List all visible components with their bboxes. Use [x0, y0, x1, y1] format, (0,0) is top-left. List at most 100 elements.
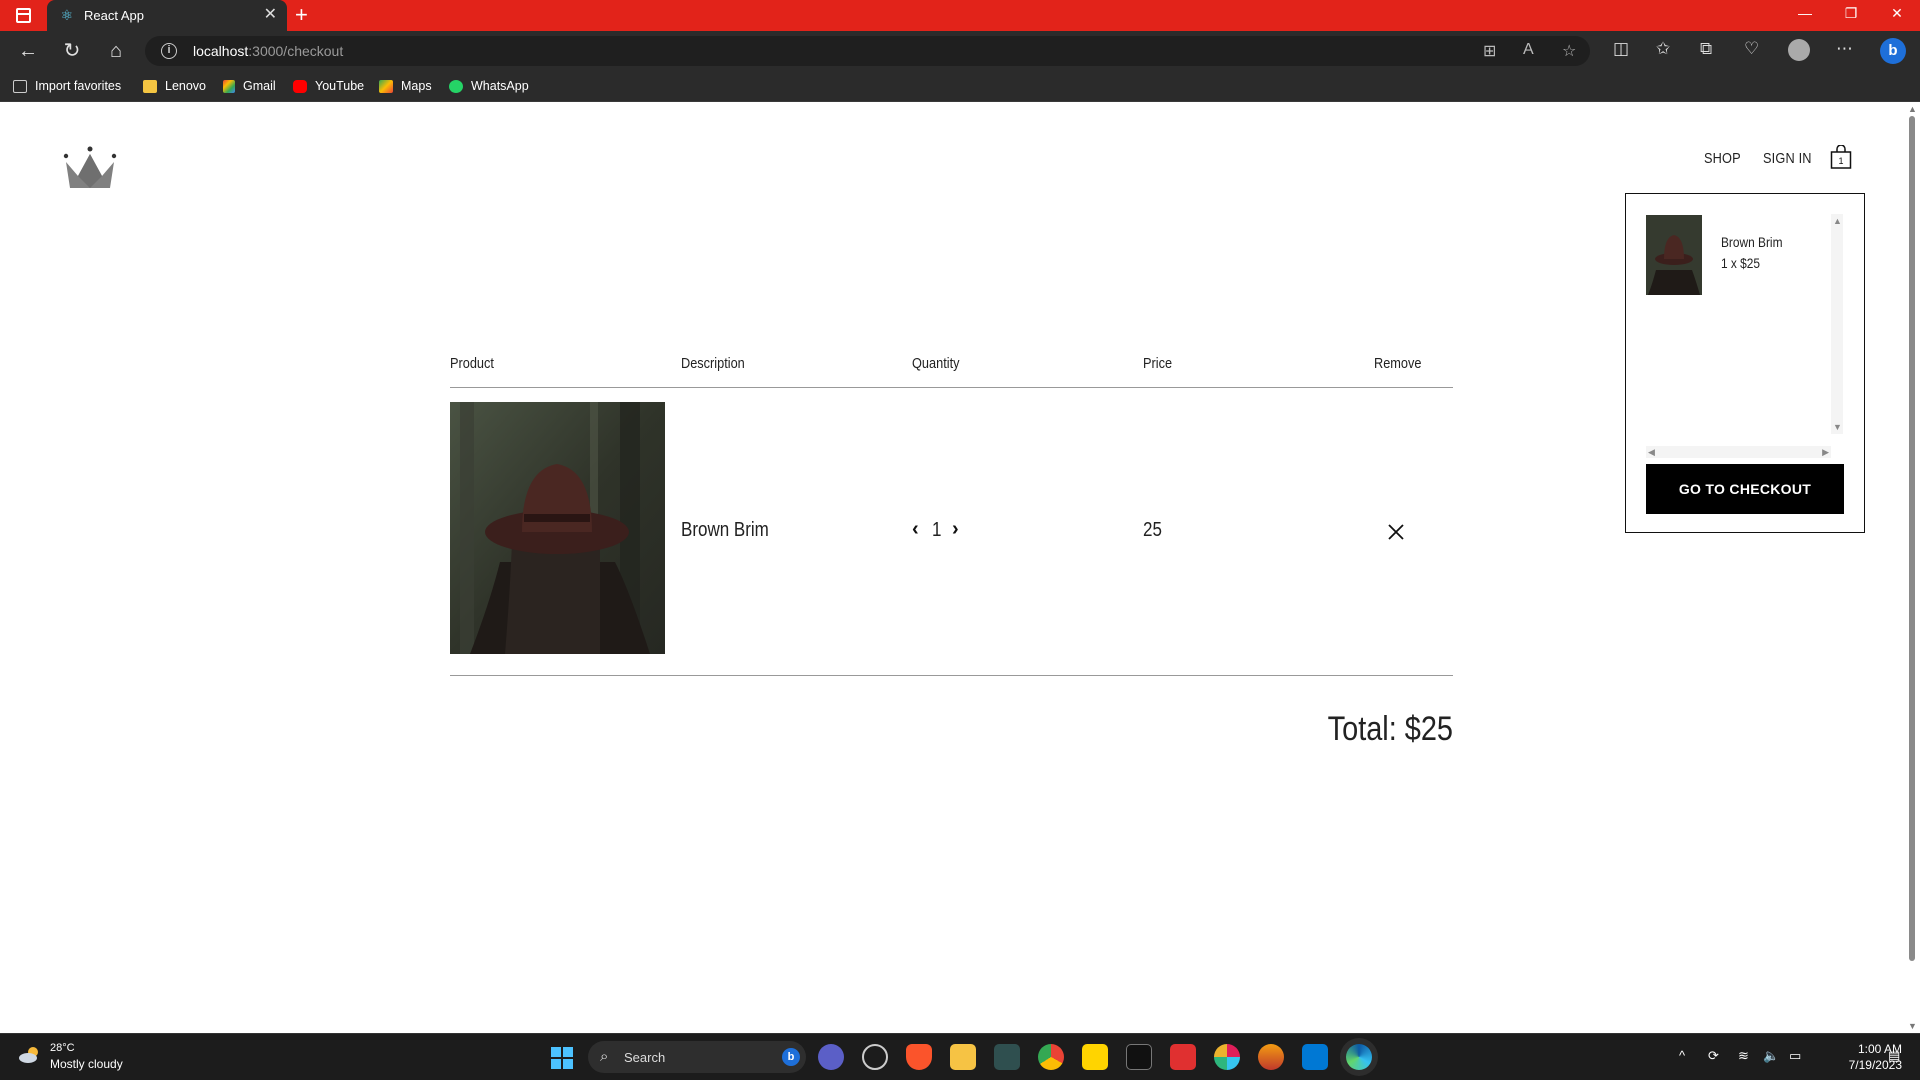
- decrease-quantity-arrow[interactable]: ‹: [912, 518, 919, 541]
- browser-tab[interactable]: ⚛ React App ✕: [47, 0, 287, 31]
- bing-search-icon: b: [782, 1048, 800, 1066]
- checkout-page: SHOP SIGN IN 1 Product Description Quant…: [0, 102, 1906, 1033]
- browser-toolbar: ← ↻ ⌂ i localhost:3000/checkout ⊞ A ☆ ◫ …: [0, 31, 1920, 71]
- weather-cloudy-icon[interactable]: [18, 1046, 42, 1064]
- bookmark-lenovo[interactable]: Lenovo: [143, 79, 206, 93]
- browser-essentials-icon[interactable]: ♡: [1744, 39, 1759, 59]
- bookmark-label: Gmail: [243, 79, 276, 93]
- restore-icon[interactable]: ❐: [1828, 5, 1874, 22]
- minimize-icon[interactable]: —: [1782, 5, 1828, 21]
- search-icon: ⌕: [600, 1048, 609, 1065]
- column-quantity: Quantity: [912, 355, 960, 372]
- favorites-bar: Import favorites Lenovo Gmail YouTube Ma…: [0, 71, 1920, 102]
- battery-icon[interactable]: ▭: [1789, 1048, 1801, 1064]
- cart-count: 1: [1838, 156, 1843, 166]
- youtube-icon: [293, 79, 307, 93]
- taskbar-search[interactable]: ⌕ Search b: [588, 1041, 806, 1073]
- import-icon: [13, 79, 27, 93]
- column-remove: Remove: [1374, 355, 1422, 372]
- tab-title: React App: [84, 8, 144, 23]
- go-to-checkout-button[interactable]: GO TO CHECKOUT: [1646, 464, 1844, 514]
- chrome-icon[interactable]: [1038, 1044, 1064, 1070]
- favorite-star-icon[interactable]: ☆: [1562, 41, 1576, 61]
- collections-icon[interactable]: ⧉: [1700, 39, 1712, 59]
- bookmark-gmail[interactable]: Gmail: [223, 79, 276, 93]
- cart-item-qty-price: 1 x $25: [1721, 255, 1761, 271]
- bookmark-label: WhatsApp: [471, 79, 529, 93]
- volume-icon[interactable]: 🔈: [1763, 1048, 1779, 1064]
- vscode-icon[interactable]: [1302, 1044, 1328, 1070]
- tab-actions-icon[interactable]: [16, 8, 31, 23]
- epic-games-icon[interactable]: [1126, 1044, 1152, 1070]
- cart-horizontal-scrollbar[interactable]: ◀ ▶: [1646, 446, 1831, 458]
- increase-quantity-arrow[interactable]: ›: [952, 518, 959, 541]
- favorites-icon[interactable]: ✩: [1656, 39, 1670, 59]
- weather-temperature[interactable]: 28°C: [50, 1042, 75, 1054]
- bookmark-import-favorites[interactable]: Import favorites: [13, 79, 121, 93]
- bookmark-label: Import favorites: [35, 79, 122, 93]
- bookmark-label: YouTube: [315, 79, 365, 93]
- cart-item-name: Brown Brim: [1721, 234, 1783, 250]
- product-image: [450, 402, 665, 654]
- app-icon[interactable]: [1258, 1044, 1284, 1070]
- folder-icon: [143, 79, 157, 93]
- bookmark-youtube[interactable]: YouTube: [293, 79, 364, 93]
- recorder-app-icon[interactable]: [1170, 1044, 1196, 1070]
- crown-logo-icon[interactable]: [62, 146, 118, 190]
- item-price: 25: [1143, 519, 1162, 541]
- teams-chat-icon[interactable]: [818, 1044, 844, 1070]
- more-menu-icon[interactable]: ⋯: [1836, 39, 1853, 59]
- nav-shop-link[interactable]: SHOP: [1704, 150, 1741, 167]
- tab-close-icon[interactable]: ✕: [264, 6, 277, 24]
- notifications-icon[interactable]: ▤: [1888, 1048, 1900, 1064]
- browser-titlebar: ⚛ React App ✕ + — ❐ ✕: [0, 0, 1920, 31]
- slack-icon[interactable]: [1214, 1044, 1240, 1070]
- page-scrollbar[interactable]: ▲ ▼: [1906, 102, 1920, 1033]
- show-hidden-icons-chevron-icon[interactable]: ^: [1679, 1048, 1685, 1063]
- profile-avatar[interactable]: [1788, 39, 1810, 61]
- scroll-up-icon[interactable]: ▲: [1833, 216, 1842, 226]
- reload-icon[interactable]: ↻: [59, 39, 85, 63]
- checkout-header: Product Description Quantity Price Remov…: [450, 352, 1453, 388]
- sync-icon[interactable]: ⟳: [1708, 1048, 1719, 1064]
- start-windows-icon[interactable]: [551, 1047, 573, 1069]
- close-window-icon[interactable]: ✕: [1874, 5, 1920, 22]
- cart-dropdown: Brown Brim 1 x $25 ▲ ▼ ◀ ▶ GO TO CHECKOU…: [1625, 193, 1865, 533]
- edge-icon[interactable]: [1346, 1044, 1372, 1070]
- cart-vertical-scrollbar[interactable]: ▲ ▼: [1831, 214, 1843, 434]
- nav-signin-link[interactable]: SIGN IN: [1763, 150, 1812, 167]
- checkout-item: Brown Brim ‹ 1 › 25: [450, 402, 1453, 676]
- site-info-icon[interactable]: i: [161, 43, 177, 59]
- split-screen-icon[interactable]: ◫: [1613, 39, 1629, 59]
- scroll-left-icon[interactable]: ◀: [1648, 447, 1655, 458]
- back-icon[interactable]: ←: [15, 39, 41, 63]
- wifi-icon[interactable]: ≋: [1738, 1048, 1749, 1064]
- bookmark-maps[interactable]: Maps: [379, 79, 432, 93]
- gmail-icon: [223, 79, 235, 93]
- sticky-notes-icon[interactable]: [1082, 1044, 1108, 1070]
- read-aloud-icon[interactable]: A: [1523, 41, 1534, 59]
- search-placeholder: Search: [624, 1050, 666, 1065]
- weather-description[interactable]: Mostly cloudy: [50, 1057, 123, 1071]
- obs-icon[interactable]: [862, 1044, 888, 1070]
- react-icon: ⚛: [60, 7, 74, 23]
- terminal-app-icon[interactable]: [994, 1044, 1020, 1070]
- shopping-bag-icon[interactable]: 1: [1830, 145, 1852, 169]
- item-quantity: 1: [932, 519, 942, 541]
- brave-icon[interactable]: [906, 1044, 932, 1070]
- page-scroll-thumb[interactable]: [1909, 116, 1915, 961]
- scroll-right-icon[interactable]: ▶: [1822, 447, 1829, 458]
- new-tab-icon[interactable]: +: [295, 3, 308, 27]
- scroll-down-icon[interactable]: ▼: [1833, 422, 1842, 432]
- home-icon[interactable]: ⌂: [103, 39, 129, 63]
- bookmark-whatsapp[interactable]: WhatsApp: [449, 79, 529, 93]
- bing-copilot-icon[interactable]: b: [1880, 38, 1906, 64]
- app-available-icon[interactable]: ⊞: [1483, 41, 1496, 61]
- address-bar[interactable]: i localhost:3000/checkout ⊞ A ☆: [145, 36, 1590, 66]
- column-product: Product: [450, 355, 494, 372]
- column-price: Price: [1143, 355, 1173, 372]
- page-scroll-up-icon[interactable]: ▲: [1908, 104, 1917, 114]
- page-scroll-down-icon[interactable]: ▼: [1908, 1021, 1917, 1031]
- remove-item-icon[interactable]: [1386, 522, 1406, 542]
- file-explorer-icon[interactable]: [950, 1044, 976, 1070]
